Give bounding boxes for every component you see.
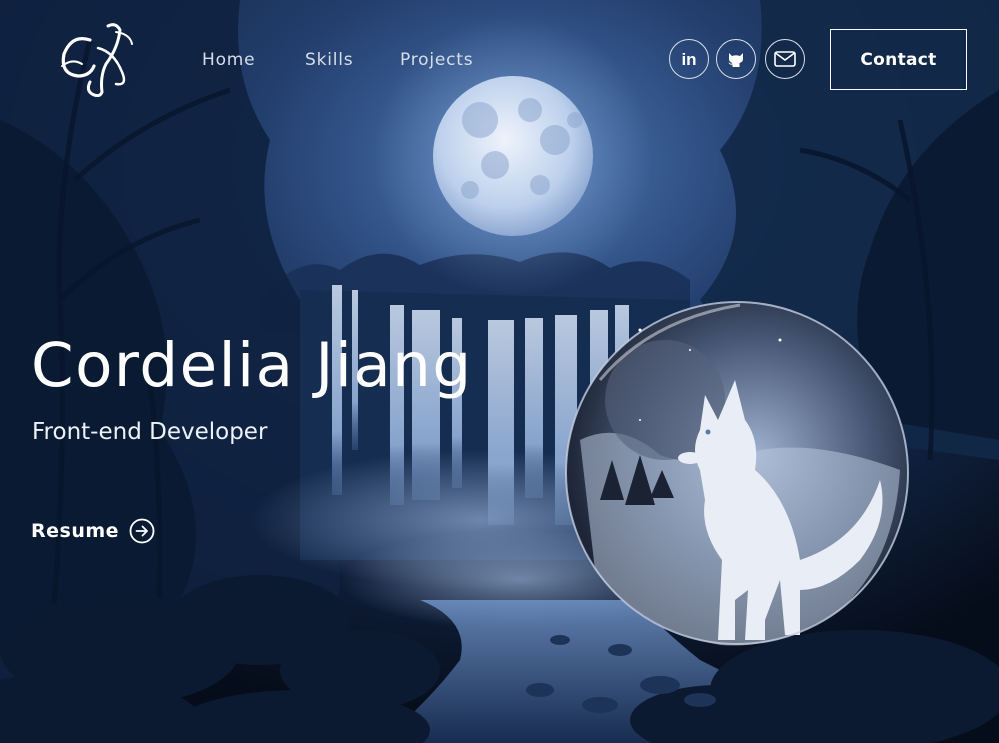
svg-text:in: in — [681, 50, 696, 69]
mail-icon — [774, 51, 796, 67]
nav-home-link[interactable]: Home — [202, 50, 255, 70]
nav-projects-link[interactable]: Projects — [400, 50, 473, 70]
github-button[interactable] — [716, 39, 756, 79]
nav-skills-link[interactable]: Skills — [305, 50, 353, 70]
linkedin-button[interactable]: in — [669, 39, 709, 79]
contact-button-label: Contact — [860, 49, 937, 70]
resume-link[interactable]: Resume — [31, 518, 155, 544]
resume-label: Resume — [31, 520, 120, 542]
github-icon — [728, 53, 743, 67]
hero-name: Cordelia Jiang — [31, 330, 473, 401]
contact-button[interactable]: Contact — [830, 29, 967, 90]
arrow-right-circle-icon — [129, 518, 155, 544]
linkedin-icon: in — [681, 50, 696, 69]
hero-role: Front-end Developer — [32, 419, 268, 445]
mail-button[interactable] — [765, 39, 805, 79]
cj-logo[interactable]: CJ — [56, 18, 136, 100]
